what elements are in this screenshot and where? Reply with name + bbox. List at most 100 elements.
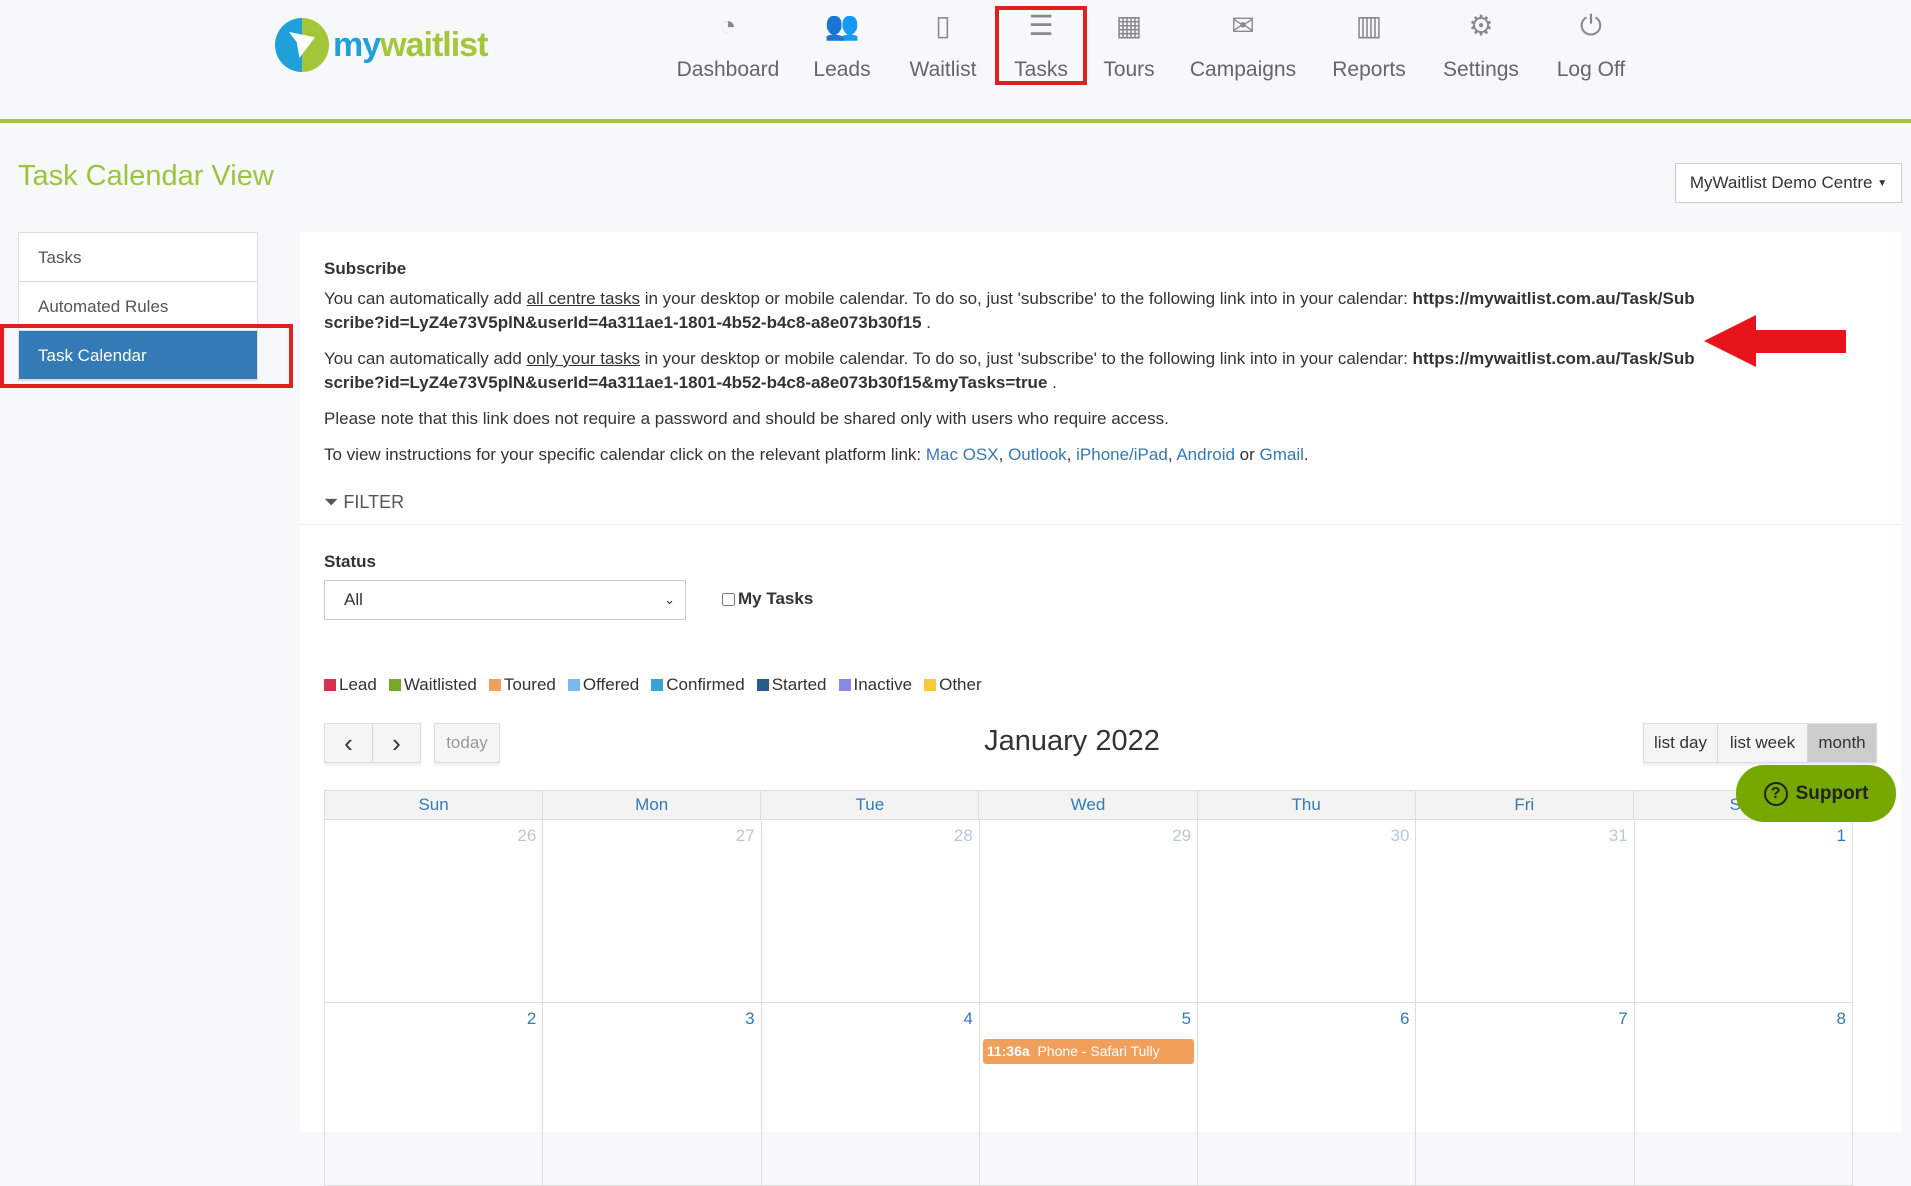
filter-icon: ⏷ bbox=[324, 492, 339, 512]
link-android[interactable]: Android bbox=[1176, 445, 1235, 464]
legend-swatch bbox=[488, 679, 501, 691]
next-button[interactable]: › bbox=[373, 723, 421, 763]
day-cell[interactable]: 30 bbox=[1198, 820, 1417, 1002]
power-icon: ⏻ bbox=[1579, 10, 1603, 41]
support-button[interactable]: ? Support bbox=[1736, 765, 1896, 822]
nav-label: Log Off bbox=[1556, 58, 1626, 81]
prev-button[interactable]: ‹ bbox=[324, 723, 373, 763]
filter-toggle[interactable]: ⏷ FILTER bbox=[324, 490, 404, 514]
my-tasks-checkbox[interactable] bbox=[722, 592, 735, 606]
day-header: Sun bbox=[325, 791, 544, 819]
highlight-box bbox=[995, 6, 1087, 85]
day-cell[interactable]: 7 bbox=[1416, 1003, 1635, 1185]
legend-swatch bbox=[567, 679, 580, 691]
prev-next-group: ‹ › bbox=[324, 723, 421, 763]
legend-swatch bbox=[838, 679, 851, 691]
day-number[interactable]: 3 bbox=[745, 1009, 754, 1029]
day-cell[interactable]: 27 bbox=[543, 820, 762, 1002]
day-header: Fri bbox=[1416, 791, 1634, 819]
chevron-left-icon: ‹ bbox=[344, 727, 353, 758]
day-header: Wed bbox=[979, 791, 1198, 819]
event-title: Phone - Safari Tully bbox=[1037, 1043, 1160, 1059]
legend-item: Confirmed bbox=[651, 675, 745, 695]
calendar-week-row: 26 27 28 29 30 31 1 bbox=[324, 820, 1853, 1003]
day-number[interactable]: 5 bbox=[1182, 1009, 1191, 1029]
day-number[interactable]: 7 bbox=[1618, 1009, 1627, 1029]
day-number[interactable]: 4 bbox=[963, 1009, 972, 1029]
day-cell[interactable]: 1 bbox=[1635, 820, 1853, 1002]
day-cell[interactable]: 29 bbox=[980, 820, 1199, 1002]
day-number[interactable]: 1 bbox=[1837, 826, 1846, 846]
view-list-day[interactable]: list day bbox=[1643, 723, 1718, 763]
mywaitlist-logo[interactable]: mywaitlist bbox=[275, 18, 488, 72]
link-mac-osx[interactable]: Mac OSX bbox=[926, 445, 999, 464]
view-month[interactable]: month bbox=[1808, 723, 1877, 763]
status-select[interactable]: All ⌄ bbox=[324, 580, 686, 620]
legend-item: Offered bbox=[567, 675, 639, 695]
day-number[interactable]: 29 bbox=[1172, 826, 1191, 846]
day-cell[interactable]: 3 bbox=[543, 1003, 762, 1185]
calendar-event[interactable]: 11:36a Phone - Safari Tully bbox=[982, 1039, 1195, 1064]
calendar-day-headers: SunMonTueWedThuFriSat bbox=[324, 790, 1853, 820]
day-number[interactable]: 2 bbox=[527, 1009, 536, 1029]
legend-item: Waitlisted bbox=[388, 675, 477, 695]
day-cell[interactable]: 2 bbox=[325, 1003, 544, 1185]
day-cell[interactable]: 5 11:36a Phone - Safari Tully bbox=[980, 1003, 1199, 1185]
highlight-box bbox=[0, 324, 293, 388]
password-note: Please note that this link does not requ… bbox=[324, 409, 1169, 428]
day-number[interactable]: 30 bbox=[1391, 826, 1410, 846]
legend-swatch bbox=[924, 679, 937, 691]
link-iphone-ipad[interactable]: iPhone/iPad bbox=[1076, 445, 1168, 464]
day-cell[interactable]: 4 bbox=[762, 1003, 980, 1185]
day-number[interactable]: 28 bbox=[954, 826, 973, 846]
view-list-week[interactable]: list week bbox=[1718, 723, 1808, 763]
calendar-week-row: 2 3 4 5 11:36a Phone - Safari Tully 6 7 8 bbox=[324, 1003, 1853, 1186]
page-title: Task Calendar View bbox=[18, 160, 274, 192]
day-number[interactable]: 26 bbox=[517, 826, 536, 846]
day-number[interactable]: 31 bbox=[1609, 826, 1628, 846]
subscribe-all-paragraph: You can automatically add all centre tas… bbox=[324, 289, 1695, 332]
link-gmail[interactable]: Gmail bbox=[1260, 445, 1304, 464]
chevron-right-icon: › bbox=[392, 727, 401, 758]
centre-select-dropdown[interactable]: MyWaitlist Demo Centre ▼ bbox=[1675, 163, 1902, 203]
subscribe-heading: Subscribe bbox=[324, 259, 407, 278]
question-circle-icon: ? bbox=[1763, 781, 1788, 806]
day-cell[interactable]: 26 bbox=[325, 820, 544, 1002]
sidebar-item-tasks[interactable]: Tasks bbox=[19, 233, 257, 282]
day-header: Mon bbox=[543, 791, 762, 819]
legend-swatch bbox=[651, 679, 664, 691]
event-time: 11:36a bbox=[986, 1043, 1030, 1059]
all-centre-tasks-text: all centre tasks bbox=[526, 289, 640, 308]
my-tasks-checkbox-row[interactable]: My Tasks bbox=[722, 587, 813, 611]
day-cell[interactable]: 31 bbox=[1416, 820, 1635, 1002]
legend-item: Toured bbox=[488, 675, 556, 695]
day-cell[interactable]: 8 bbox=[1635, 1003, 1853, 1185]
logo-icon bbox=[275, 18, 329, 72]
caret-down-icon: ▼ bbox=[1877, 177, 1888, 189]
legend-swatch bbox=[324, 679, 336, 691]
only-your-tasks-text: only your tasks bbox=[526, 349, 640, 368]
nav-campaigns[interactable]: ✉ Campaigns bbox=[1173, 8, 1313, 82]
chevron-down-icon: ⌄ bbox=[664, 592, 675, 607]
legend-swatch bbox=[756, 679, 769, 691]
status-legend: Lead Waitlisted Toured Offered Confirmed Star… bbox=[324, 675, 982, 695]
red-arrow-annotation bbox=[1704, 315, 1846, 367]
legend-item: Lead bbox=[324, 675, 377, 695]
calendar-title: January 2022 bbox=[984, 725, 1160, 757]
nav-log-off[interactable]: ⏻ Log Off bbox=[1521, 8, 1661, 82]
legend-item: Started bbox=[756, 675, 827, 695]
legend-swatch bbox=[388, 679, 401, 691]
day-cell[interactable]: 28 bbox=[762, 820, 980, 1002]
nav-label: Campaigns bbox=[1189, 58, 1297, 81]
status-label: Status bbox=[324, 552, 376, 571]
subscribe-mine-paragraph: You can automatically add only your task… bbox=[324, 349, 1695, 392]
top-header: mywaitlist ◔ Dashboard 👥 Leads ▯ Waitlist ☰ Tas… bbox=[0, 0, 1911, 123]
view-switcher: list day list week month bbox=[1643, 723, 1877, 763]
day-number[interactable]: 27 bbox=[736, 826, 755, 846]
day-number[interactable]: 6 bbox=[1400, 1009, 1409, 1029]
today-button[interactable]: today bbox=[434, 723, 500, 763]
link-outlook[interactable]: Outlook bbox=[1008, 445, 1067, 464]
envelope-icon: ✉ bbox=[1231, 10, 1255, 41]
day-number[interactable]: 8 bbox=[1837, 1009, 1846, 1029]
day-cell[interactable]: 6 bbox=[1198, 1003, 1417, 1185]
